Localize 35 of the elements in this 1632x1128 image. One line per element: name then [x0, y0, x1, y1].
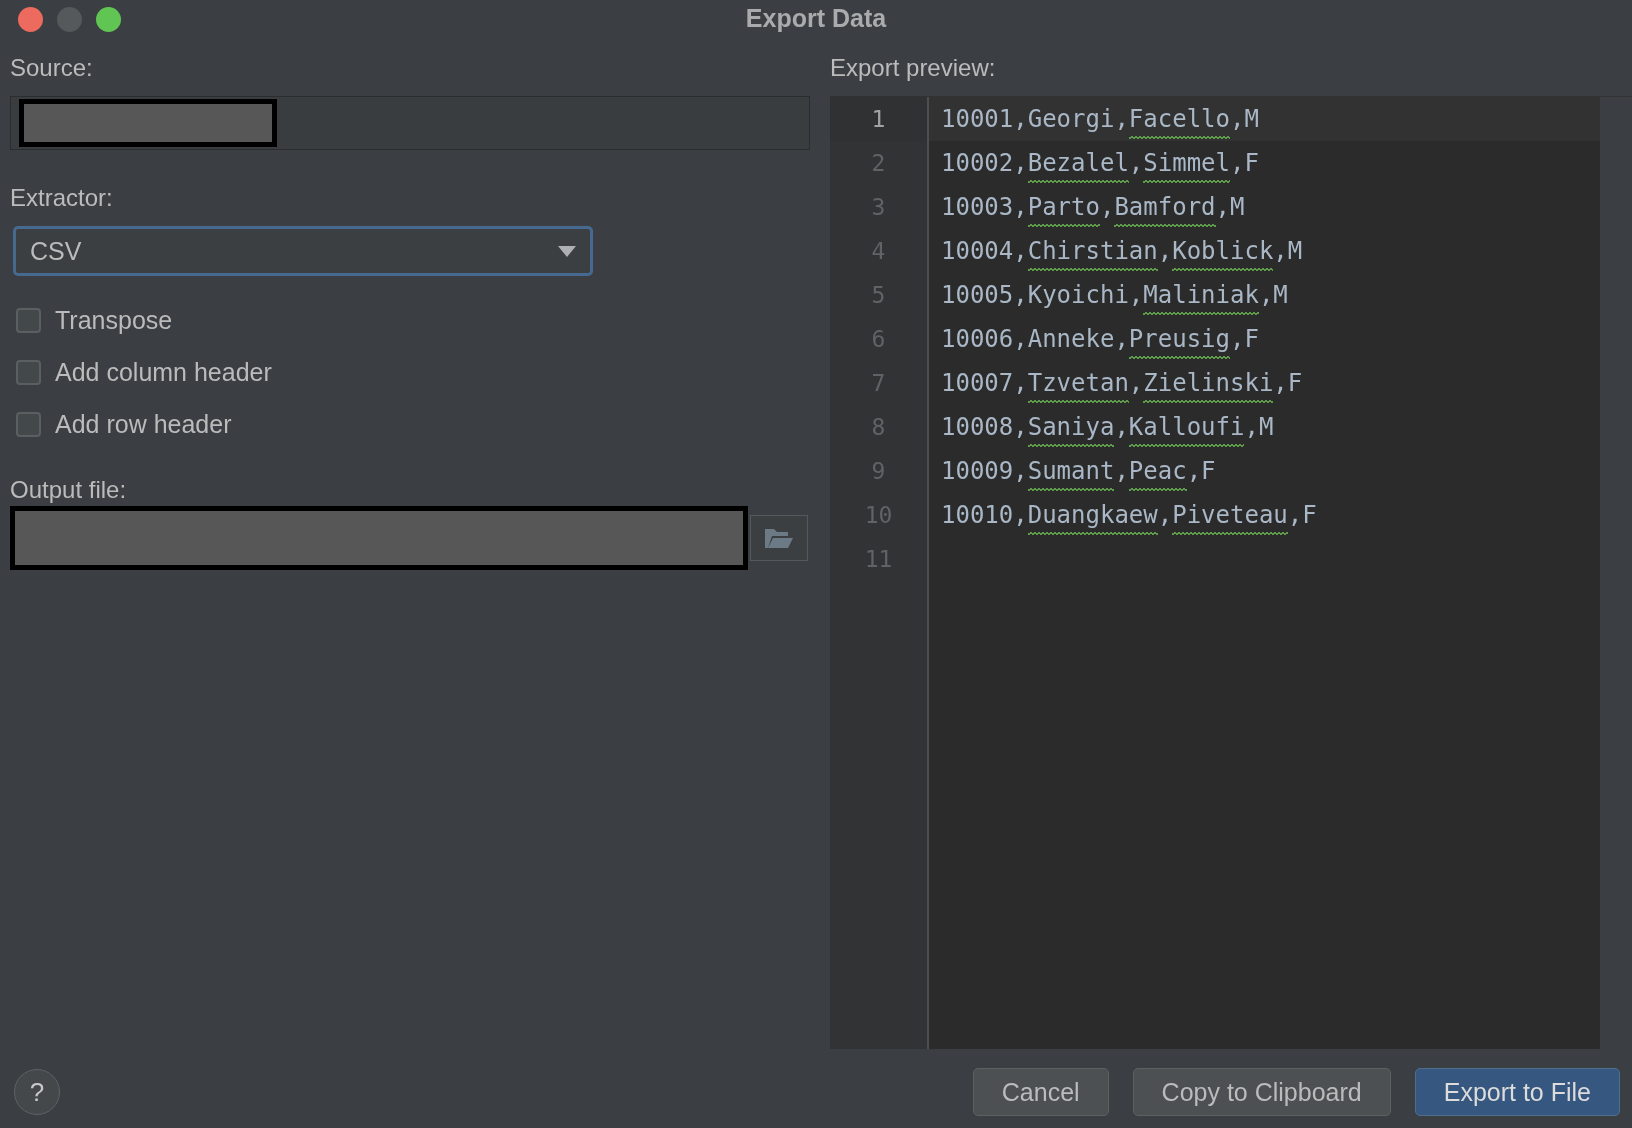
primary-button[interactable]: Export to File	[1414, 1068, 1620, 1116]
checkbox[interactable]	[16, 359, 41, 385]
checkbox-label[interactable]: Add row header	[55, 409, 232, 439]
code-line: 10003,Parto,Bamford,M	[941, 187, 1245, 227]
scrollbar-track[interactable]	[1600, 97, 1632, 1049]
checkbox[interactable]	[16, 411, 41, 437]
extractor-dropdown[interactable]: CSV	[13, 226, 593, 276]
code-line: 10008,Saniya,Kalloufi,M	[941, 407, 1274, 447]
source-label: Source:	[10, 54, 94, 82]
code-line: 10007,Tzvetan,Zielinski,F	[941, 363, 1303, 403]
minimize-icon[interactable]	[57, 6, 82, 32]
code-line: 10005,Kyoichi,Maliniak,M	[941, 275, 1288, 315]
help-button[interactable]: ?	[14, 1069, 60, 1115]
code-line: 10006,Anneke,Preusig,F	[941, 319, 1259, 359]
close-icon[interactable]	[18, 6, 43, 32]
preview-label: Export preview:	[830, 54, 997, 82]
secondary-button[interactable]: Copy to Clipboard	[1132, 1068, 1391, 1116]
dropdown-arrow-icon	[558, 245, 576, 257]
code-line: 10004,Chirstian,Koblick,M	[941, 231, 1303, 271]
checkbox-label[interactable]: Transpose	[55, 305, 173, 335]
code-line: 10010,Duangkaew,Piveteau,F	[941, 495, 1317, 535]
code-line: 10001,Georgi,Facello,M	[941, 99, 1259, 139]
secondary-button[interactable]: Cancel	[972, 1068, 1109, 1116]
window-title: Export Data	[745, 4, 887, 33]
source-field[interactable]	[10, 96, 810, 150]
checkbox[interactable]	[16, 307, 41, 333]
redacted-output-field[interactable]	[10, 506, 748, 570]
zoom-icon[interactable]	[96, 6, 121, 32]
code-line: 10009,Sumant,Peac,F	[941, 451, 1216, 491]
folder-icon	[764, 527, 794, 549]
extractor-label: Extractor:	[10, 184, 114, 212]
code-line: 10002,Bezalel,Simmel,F	[941, 143, 1259, 183]
checkbox-label[interactable]: Add column header	[55, 357, 272, 387]
output-file-label: Output file:	[10, 476, 128, 504]
browse-button[interactable]	[750, 515, 808, 561]
